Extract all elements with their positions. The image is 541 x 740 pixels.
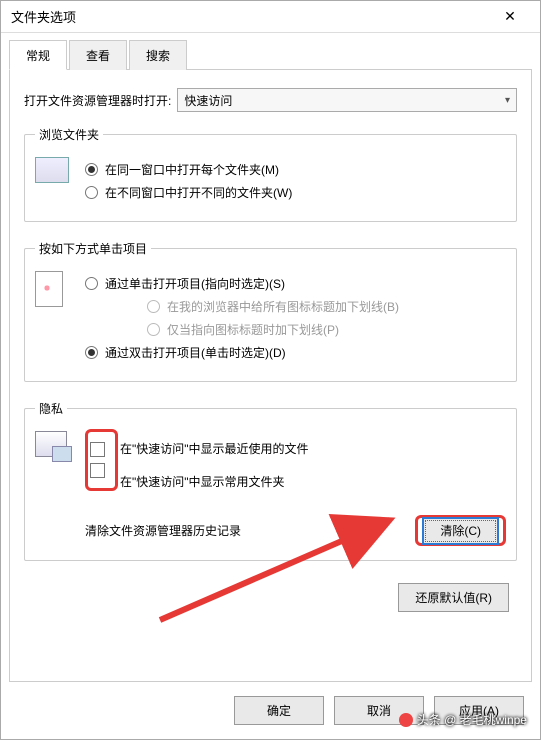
tab-search[interactable]: 搜索 xyxy=(129,40,187,70)
radio-icon xyxy=(85,163,98,176)
checkbox-frequent-folders[interactable] xyxy=(90,463,105,478)
watermark-icon xyxy=(399,713,413,727)
titlebar: 文件夹选项 ✕ xyxy=(1,1,540,33)
tab-view[interactable]: 查看 xyxy=(69,40,127,70)
close-icon: ✕ xyxy=(504,8,516,25)
watermark: 头条 @ 老毛桃winpe xyxy=(399,711,527,728)
open-with-combobox[interactable]: 快速访问 ▾ xyxy=(177,88,517,112)
tabs-area: 常规 查看 搜索 xyxy=(1,33,540,70)
clear-history-label: 清除文件资源管理器历史记录 xyxy=(85,522,415,539)
clear-button[interactable]: 清除(C) xyxy=(422,517,499,545)
radio-icon xyxy=(85,346,98,359)
tab-strip: 常规 查看 搜索 xyxy=(9,39,532,70)
radio-icon xyxy=(85,186,98,199)
radio-new-window[interactable]: 在不同窗口中打开不同的文件夹(W) xyxy=(85,184,506,201)
radio-label: 通过单击打开项目(指向时选定)(S) xyxy=(105,275,285,292)
ok-button[interactable]: 确定 xyxy=(234,696,324,725)
click-legend: 按如下方式单击项目 xyxy=(35,240,151,257)
radio-single-click[interactable]: 通过单击打开项目(指向时选定)(S) xyxy=(85,275,506,292)
privacy-group: 隐私 xyxy=(24,400,517,561)
frequent-folders-label: 在"快速访问"中显示常用文件夹 xyxy=(120,473,285,490)
radio-icon xyxy=(147,300,160,313)
radio-icon xyxy=(147,323,160,336)
open-with-value: 快速访问 xyxy=(184,92,505,109)
click-items-group: 按如下方式单击项目 通过单击打开项目(指向时选定)(S) 在我的浏览器中给所有图… xyxy=(24,240,517,382)
folder-options-dialog: 文件夹选项 ✕ 常规 查看 搜索 打开文件资源管理器时打开: 快速访问 ▾ 浏览… xyxy=(0,0,541,740)
chevron-down-icon: ▾ xyxy=(505,95,510,106)
browse-folders-group: 浏览文件夹 在同一窗口中打开每个文件夹(M) 在不同窗口中打开不同的文件夹(W) xyxy=(24,126,517,222)
tab-general[interactable]: 常规 xyxy=(9,40,67,70)
recent-files-label: 在"快速访问"中显示最近使用的文件 xyxy=(120,440,309,457)
open-with-row: 打开文件资源管理器时打开: 快速访问 ▾ xyxy=(24,88,517,112)
radio-icon xyxy=(85,277,98,290)
folder-icon xyxy=(35,155,77,207)
radio-label: 在同一窗口中打开每个文件夹(M) xyxy=(105,161,279,178)
restore-defaults-button[interactable]: 还原默认值(R) xyxy=(398,583,509,612)
privacy-legend: 隐私 xyxy=(35,400,67,417)
radio-label: 在不同窗口中打开不同的文件夹(W) xyxy=(105,184,292,201)
open-with-label: 打开文件资源管理器时打开: xyxy=(24,92,171,109)
radio-label: 在我的浏览器中给所有图标标题加下划线(B) xyxy=(167,298,399,315)
browse-legend: 浏览文件夹 xyxy=(35,126,103,143)
radio-underline-all: 在我的浏览器中给所有图标标题加下划线(B) xyxy=(147,298,506,315)
radio-underline-point: 仅当指向图标标题时加下划线(P) xyxy=(147,321,506,338)
highlight-box: 清除(C) xyxy=(415,515,506,546)
highlight-box xyxy=(85,429,118,491)
watermark-text: 头条 @ 老毛桃winpe xyxy=(417,711,527,728)
disk-icon xyxy=(35,429,77,546)
radio-double-click[interactable]: 通过双击打开项目(单击时选定)(D) xyxy=(85,344,506,361)
radio-same-window[interactable]: 在同一窗口中打开每个文件夹(M) xyxy=(85,161,506,178)
tab-panel: 打开文件资源管理器时打开: 快速访问 ▾ 浏览文件夹 在同一窗口中打开每个文件夹… xyxy=(9,70,532,682)
close-button[interactable]: ✕ xyxy=(490,3,530,31)
radio-label: 通过双击打开项目(单击时选定)(D) xyxy=(105,344,286,361)
radio-label: 仅当指向图标标题时加下划线(P) xyxy=(167,321,339,338)
restore-row: 还原默认值(R) xyxy=(24,583,509,612)
checkbox-recent-files[interactable] xyxy=(90,442,105,457)
dialog-title: 文件夹选项 xyxy=(11,7,490,26)
document-icon xyxy=(35,269,77,367)
